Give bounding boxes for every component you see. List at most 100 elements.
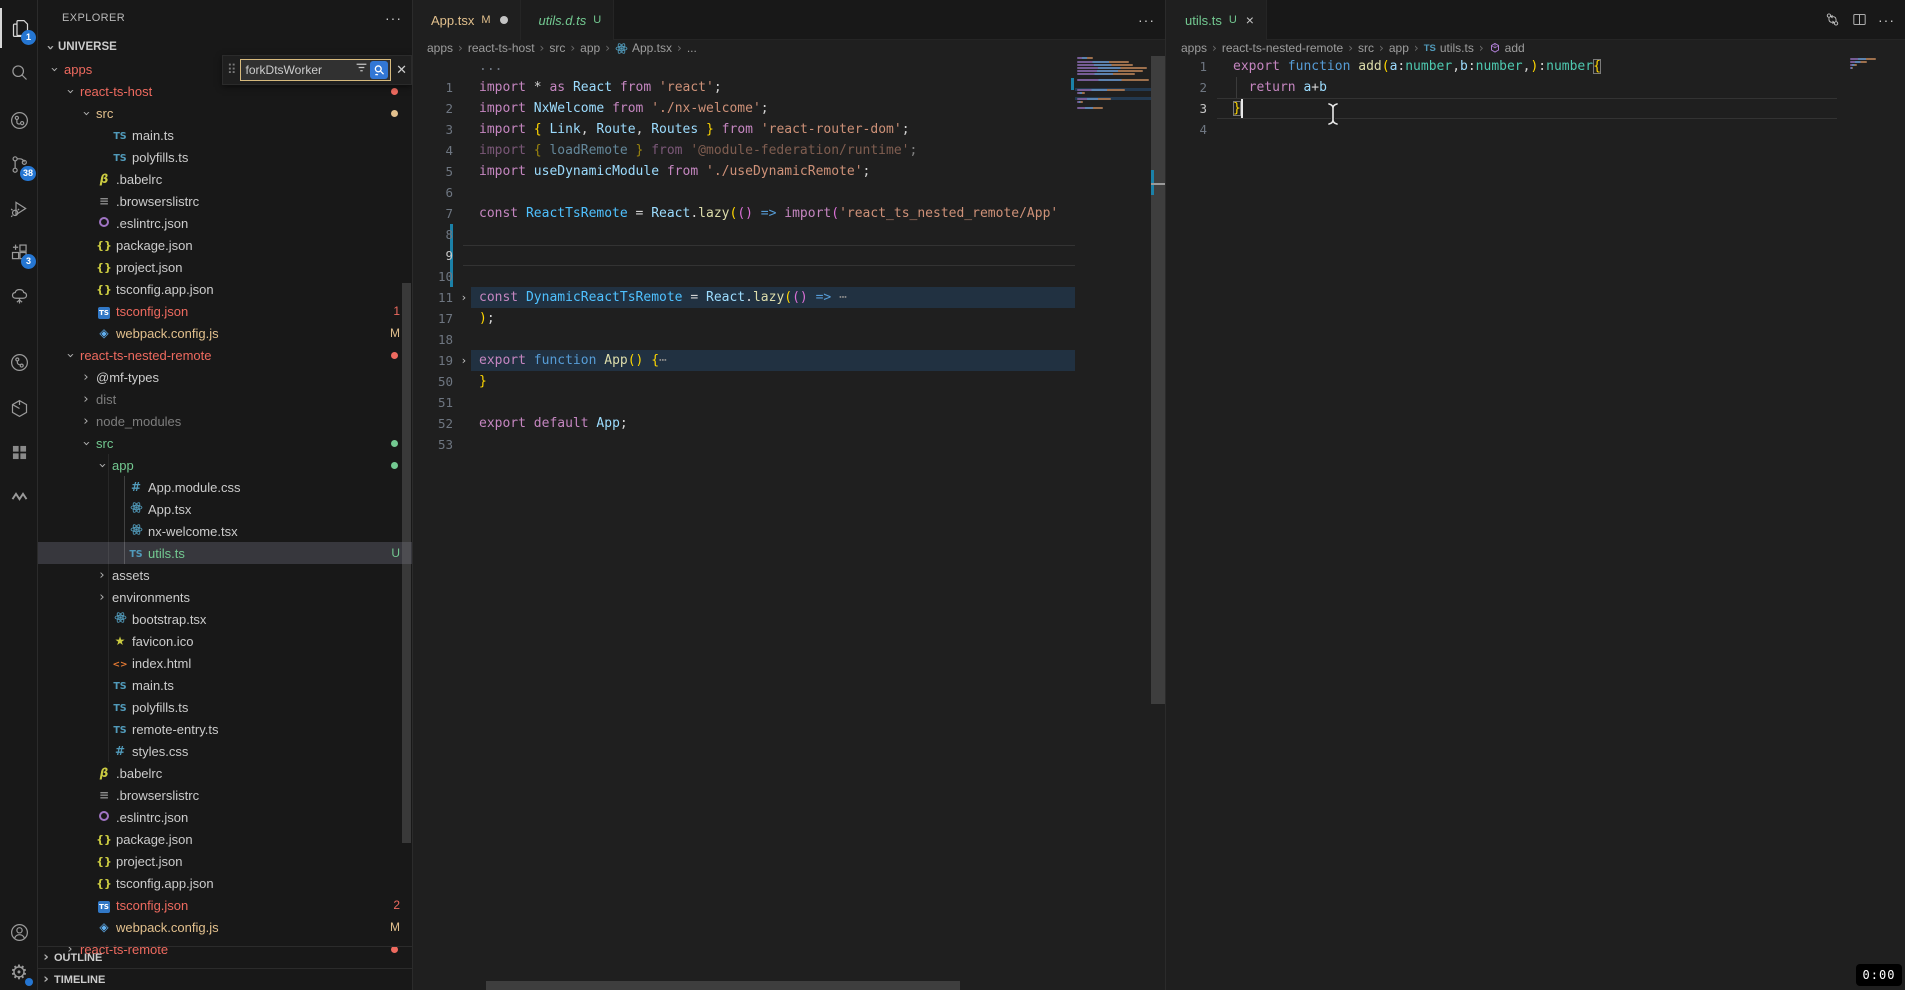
tree-file-app.module.css[interactable]: #App.module.css xyxy=(38,476,412,498)
tree-folder-src[interactable]: ›src xyxy=(38,432,412,454)
tree-file-webpack.config.js[interactable]: ◈webpack.config.jsM xyxy=(38,916,412,938)
code-line-7[interactable]: 7const ReactTsRemote = React.lazy(() => … xyxy=(413,203,1165,224)
code-line-17[interactable]: 17); xyxy=(413,308,1165,329)
code-line-19[interactable]: 19›export function App() {⋯ xyxy=(413,350,1165,371)
outline-section-header[interactable]: › OUTLINE xyxy=(38,946,412,968)
activity-git-graph-icon[interactable] xyxy=(0,342,38,382)
code-line-18[interactable]: 18 xyxy=(413,329,1165,350)
activity-pull-requests-icon[interactable] xyxy=(0,100,38,140)
tab-utils-ts[interactable]: utils.ts U × xyxy=(1167,0,1267,40)
tree-file-main.ts[interactable]: TSmain.ts xyxy=(38,674,412,696)
tree-file-utils.ts[interactable]: TSutils.tsU xyxy=(38,542,412,564)
code-line[interactable]: ... xyxy=(413,56,1165,77)
tree-file-project.json[interactable]: {}project.json xyxy=(38,256,412,278)
code-line-3[interactable]: 3import { Link, Route, Routes } from 're… xyxy=(413,119,1165,140)
filter-close-icon[interactable]: ✕ xyxy=(396,62,407,78)
tree-file-remote-entry.ts[interactable]: TSremote-entry.ts xyxy=(38,718,412,740)
breadcrumb[interactable]: apps›react-ts-host›src›app›App.tsx›... xyxy=(413,40,1165,56)
editor-scrollbar-vertical[interactable] xyxy=(1151,56,1165,704)
tree-file-tsconfig.json[interactable]: TStsconfig.json1 xyxy=(38,300,412,322)
tree-file-package.json[interactable]: {}package.json xyxy=(38,234,412,256)
activity-run-debug-icon[interactable] xyxy=(0,188,38,228)
tree-file-styles.css[interactable]: #styles.css xyxy=(38,740,412,762)
fold-chevron-icon[interactable]: › xyxy=(457,350,471,371)
tree-file-.eslintrc.json[interactable]: .eslintrc.json xyxy=(38,806,412,828)
code-line-3[interactable]: 3} xyxy=(1167,98,1905,119)
tree-file-tsconfig.app.json[interactable]: {}tsconfig.app.json xyxy=(38,278,412,300)
tree-file-project.json[interactable]: {}project.json xyxy=(38,850,412,872)
tree-file-tsconfig.app.json[interactable]: {}tsconfig.app.json xyxy=(38,872,412,894)
code-line-8[interactable]: 8 xyxy=(413,224,1165,245)
tree-file-polyfills.ts[interactable]: TSpolyfills.ts xyxy=(38,146,412,168)
breadcrumb-item[interactable]: app xyxy=(1389,41,1409,55)
code-editor-utils-ts[interactable]: 1export function add(a:number,b:number,)… xyxy=(1167,56,1905,990)
editor-more-actions-icon[interactable]: ··· xyxy=(1138,12,1155,28)
tab-utils-d-ts[interactable]: utils.d.ts U xyxy=(521,0,615,40)
activity-console-zigzag-icon[interactable] xyxy=(0,476,38,516)
tree-file-webpack.config.js[interactable]: ◈webpack.config.jsM xyxy=(38,322,412,344)
code-editor-app-tsx[interactable]: ...1import * as React from 'react';2impo… xyxy=(413,56,1165,990)
tree-folder-assets[interactable]: ›assets xyxy=(38,564,412,586)
breadcrumb-item[interactable]: apps xyxy=(1181,41,1207,55)
tree-file-polyfills.ts[interactable]: TSpolyfills.ts xyxy=(38,696,412,718)
activity-search-icon[interactable] xyxy=(0,52,38,92)
activity-containers-icon[interactable] xyxy=(0,388,38,428)
breadcrumb-item[interactable]: add xyxy=(1505,41,1525,55)
close-icon[interactable]: × xyxy=(1246,12,1254,28)
breadcrumb-item[interactable]: react-ts-host xyxy=(468,41,535,55)
activity-extensions-icon[interactable]: 3 xyxy=(0,232,38,272)
breadcrumb-item[interactable]: utils.ts xyxy=(1440,41,1474,55)
tree-file-.babelrc[interactable]: β.babelrc xyxy=(38,762,412,784)
code-line-51[interactable]: 51 xyxy=(413,392,1165,413)
activity-accounts-icon[interactable] xyxy=(0,912,38,952)
tree-folder-dist[interactable]: ›dist xyxy=(38,388,412,410)
breadcrumb-item[interactable]: App.tsx xyxy=(632,41,672,55)
sidebar-more-actions-icon[interactable]: ··· xyxy=(385,10,402,26)
tree-folder-react-ts-nested-remote[interactable]: ›react-ts-nested-remote xyxy=(38,344,412,366)
code-line-4[interactable]: 4import { loadRemote } from '@module-fed… xyxy=(413,140,1165,161)
code-line-5[interactable]: 5import useDynamicModule from './useDyna… xyxy=(413,161,1165,182)
tree-file-.eslintrc.json[interactable]: .eslintrc.json xyxy=(38,212,412,234)
unsaved-dot-icon[interactable] xyxy=(500,16,508,24)
tree-file-.browserslistrc[interactable]: ≡.browserslistrc xyxy=(38,190,412,212)
activity-source-control-icon[interactable]: 38 xyxy=(0,144,38,184)
code-line-6[interactable]: 6 xyxy=(413,182,1165,203)
tree-filter-input[interactable]: forkDtsWorker xyxy=(240,59,392,81)
activity-explorer-icon[interactable]: 1 xyxy=(0,8,38,48)
fold-chevron-icon[interactable]: › xyxy=(457,287,471,308)
breadcrumb-item[interactable]: ... xyxy=(687,41,697,55)
editor-more-actions-icon[interactable]: ··· xyxy=(1878,12,1895,28)
activity-browser-grid-icon[interactable] xyxy=(0,432,38,472)
tree-folder-environments[interactable]: ›environments xyxy=(38,586,412,608)
code-line-9[interactable]: 9 xyxy=(413,245,1165,266)
filter-icon[interactable] xyxy=(355,61,368,79)
breadcrumb-item[interactable]: app xyxy=(580,41,600,55)
tree-file-tsconfig.json[interactable]: TStsconfig.json2 xyxy=(38,894,412,916)
open-changes-icon[interactable] xyxy=(1824,11,1841,28)
code-line-2[interactable]: 2import NxWelcome from './nx-welcome'; xyxy=(413,98,1165,119)
code-line-50[interactable]: 50} xyxy=(413,371,1165,392)
timeline-section-header[interactable]: › TIMELINE xyxy=(38,968,412,990)
breadcrumb-item[interactable]: src xyxy=(1358,41,1374,55)
breadcrumb-item[interactable]: src xyxy=(549,41,565,55)
tree-file-index.html[interactable]: <>index.html xyxy=(38,652,412,674)
tree-file-main.ts[interactable]: TSmain.ts xyxy=(38,124,412,146)
breadcrumb[interactable]: apps›react-ts-nested-remote›src›app›TSut… xyxy=(1167,40,1905,56)
code-line-11[interactable]: 11›const DynamicReactTsRemote = React.la… xyxy=(413,287,1165,308)
tree-file-.babelrc[interactable]: β.babelrc xyxy=(38,168,412,190)
code-line-52[interactable]: 52export default App; xyxy=(413,413,1165,434)
tree-file-bootstrap.tsx[interactable]: bootstrap.tsx xyxy=(38,608,412,630)
drag-handle-icon[interactable]: ⠿ xyxy=(227,62,237,78)
activity-testing-tree-icon[interactable] xyxy=(0,276,38,316)
tree-file-.browserslistrc[interactable]: ≡.browserslistrc xyxy=(38,784,412,806)
tree-folder-src[interactable]: ›src xyxy=(38,102,412,124)
tree-file-favicon.ico[interactable]: ★favicon.ico xyxy=(38,630,412,652)
fuzzy-match-toggle[interactable] xyxy=(370,61,388,79)
split-editor-icon[interactable] xyxy=(1851,11,1868,28)
breadcrumb-item[interactable]: apps xyxy=(427,41,453,55)
code-line-4[interactable]: 4 xyxy=(1167,119,1905,140)
sidebar-scrollbar[interactable] xyxy=(402,283,411,843)
activity-settings-icon[interactable]: ⚙ xyxy=(0,952,38,990)
tree-file-package.json[interactable]: {}package.json xyxy=(38,828,412,850)
code-line-10[interactable]: 10 xyxy=(413,266,1165,287)
